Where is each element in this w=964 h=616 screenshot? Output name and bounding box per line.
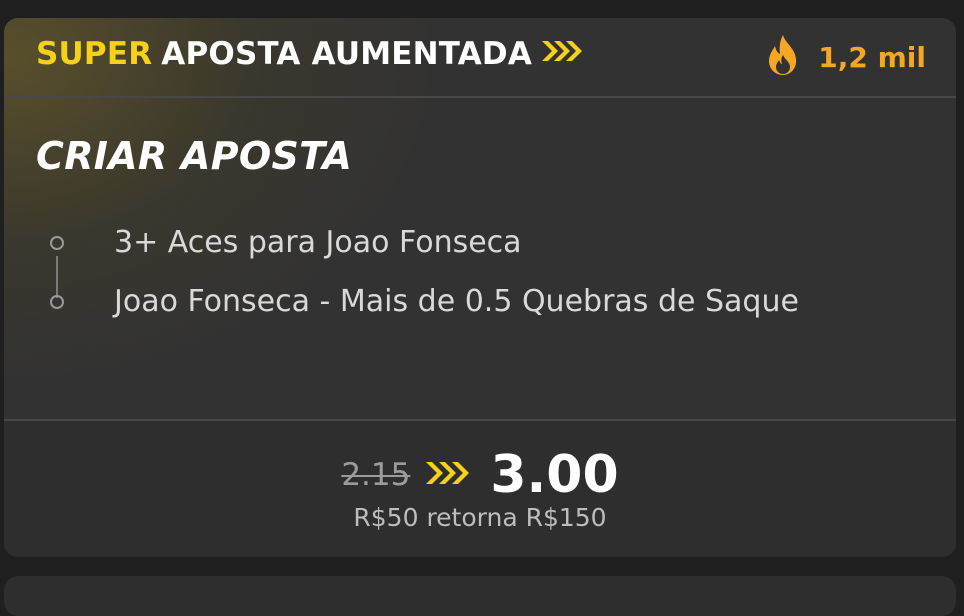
boosted-bet-card[interactable]: SUPER APOSTA AUMENTADA 1,2 mil CRIAR APO…: [4, 18, 956, 557]
returns-text: R$50 retorna R$150: [353, 503, 607, 532]
card-title: SUPER APOSTA AUMENTADA: [36, 36, 586, 72]
triple-chevron-right-icon: [540, 36, 586, 72]
bet-builder-title: CRIAR APOSTA: [36, 134, 353, 178]
odds-row[interactable]: 2.15 3.00: [4, 445, 956, 505]
popularity-indicator: 1,2 mil: [766, 34, 926, 80]
bet-leg-label: Joao Fonseca - Mais de 0.5 Quebras de Sa…: [114, 284, 799, 319]
fire-icon: [766, 34, 800, 80]
super-label: SUPER: [36, 36, 153, 72]
title-rest: APOSTA AUMENTADA: [161, 36, 533, 72]
popularity-count: 1,2 mil: [818, 40, 926, 74]
triple-chevron-right-icon: [424, 459, 474, 491]
original-odds: 2.15: [341, 457, 411, 493]
odds-footer[interactable]: 2.15 3.00 R$50 retorna R$150: [4, 419, 956, 557]
next-card-edge: [4, 576, 956, 616]
bet-leg: Joao Fonseca - Mais de 0.5 Quebras de Sa…: [44, 284, 799, 319]
leg-bullet-icon: [50, 294, 64, 309]
bet-leg: 3+ Aces para Joao Fonseca: [44, 225, 522, 260]
leg-bullet-icon: [50, 235, 64, 250]
bet-leg-label: 3+ Aces para Joao Fonseca: [114, 225, 522, 260]
card-header: SUPER APOSTA AUMENTADA 1,2 mil: [4, 18, 956, 98]
boosted-odds[interactable]: 3.00: [490, 445, 618, 505]
